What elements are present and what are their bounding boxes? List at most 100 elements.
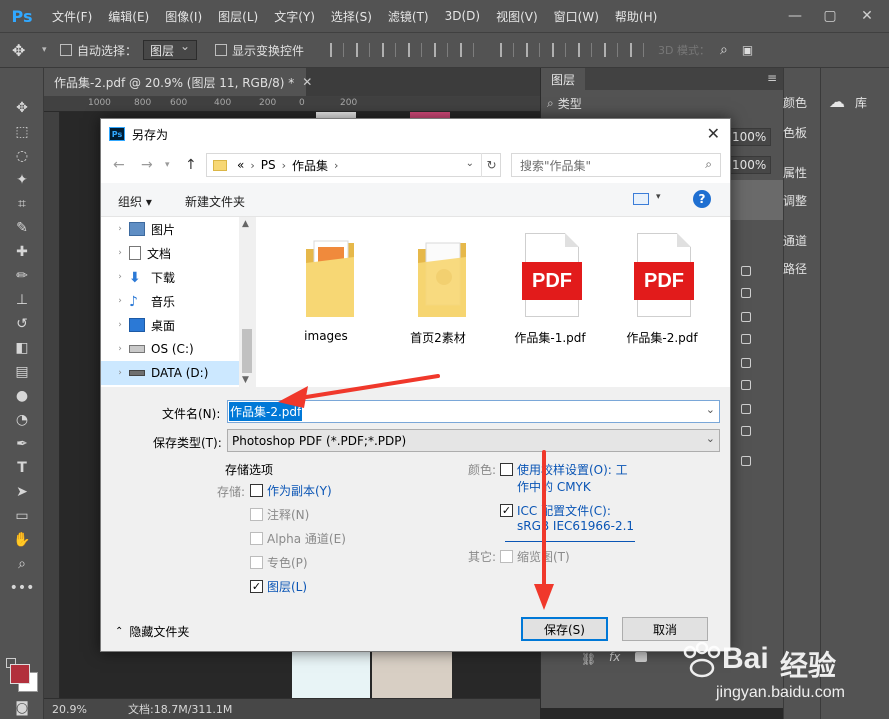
- shape-tool-icon[interactable]: ▭: [0, 504, 44, 528]
- search-icon[interactable]: ⌕: [720, 42, 728, 58]
- as-copy-checkbox[interactable]: [250, 484, 263, 497]
- align-hcenter-icon[interactable]: [434, 43, 449, 57]
- fx-icon[interactable]: fx: [609, 650, 620, 664]
- expand-chevron-icon[interactable]: ›: [111, 248, 129, 258]
- search-input[interactable]: 搜索"作品集" ⌕: [511, 153, 721, 177]
- path-select-icon[interactable]: ➤: [0, 480, 44, 504]
- marquee-tool-icon[interactable]: ⬚: [0, 120, 44, 144]
- quick-mask-icon[interactable]: ◙: [0, 696, 44, 719]
- menu-layer[interactable]: 图层(L): [210, 0, 266, 32]
- up-arrow-icon[interactable]: ↑: [185, 157, 197, 173]
- layer-kind-filter[interactable]: 类型: [558, 95, 582, 112]
- recent-locations-icon[interactable]: ▾: [165, 160, 170, 170]
- menu-3d[interactable]: 3D(D): [437, 0, 488, 32]
- menu-filter[interactable]: 滤镜(T): [380, 0, 437, 32]
- dropdown-arrow-icon[interactable]: ▾: [42, 45, 60, 55]
- menu-window[interactable]: 窗口(W): [546, 0, 607, 32]
- panel-swatches[interactable]: 色板: [783, 124, 807, 141]
- dialog-titlebar[interactable]: Ps 另存为 ✕: [101, 119, 730, 149]
- help-icon[interactable]: ?: [693, 190, 711, 208]
- brush-tool-icon[interactable]: ✏: [0, 264, 44, 288]
- menu-view[interactable]: 视图(V): [488, 0, 546, 32]
- nav-item-music[interactable]: › ♪ 音乐: [101, 289, 241, 313]
- panel-properties[interactable]: 属性: [783, 164, 807, 181]
- align-left-icon[interactable]: [408, 43, 423, 57]
- workspace-icon[interactable]: ▣: [742, 43, 753, 57]
- nav-item-pictures[interactable]: › 图片: [101, 217, 241, 241]
- align-bottom-icon[interactable]: [382, 43, 397, 57]
- breadcrumb-ps[interactable]: PS: [261, 158, 276, 172]
- cancel-button[interactable]: 取消: [622, 617, 708, 641]
- chevron-down-icon[interactable]: ⌄: [706, 403, 715, 416]
- clone-stamp-icon[interactable]: ⊥: [0, 288, 44, 312]
- expand-chevron-icon[interactable]: ›: [111, 224, 129, 234]
- proof-setup-checkbox[interactable]: [500, 463, 513, 476]
- distribute-top-icon[interactable]: [500, 43, 515, 57]
- nav-item-drive-c[interactable]: › OS (C:): [101, 337, 241, 361]
- expand-chevron-icon[interactable]: ›: [111, 320, 129, 330]
- panel-libraries[interactable]: 库: [855, 94, 867, 111]
- move-tool-icon[interactable]: ✥: [12, 41, 42, 60]
- maximize-icon[interactable]: ▢: [815, 0, 845, 32]
- magic-wand-icon[interactable]: ✦: [0, 168, 44, 192]
- breadcrumb-portfolio[interactable]: 作品集: [292, 157, 328, 174]
- layers-checkbox[interactable]: ✓: [250, 580, 263, 593]
- distribute-right-icon[interactable]: [630, 43, 645, 57]
- filetype-select[interactable]: Photoshop PDF (*.PDF;*.PDP) ⌄: [227, 429, 720, 452]
- menu-file[interactable]: 文件(F): [44, 0, 100, 32]
- zoom-level[interactable]: 20.9%: [52, 703, 122, 716]
- proof-setup-option[interactable]: 使用校样设置(O): 工: [500, 461, 628, 478]
- menu-help[interactable]: 帮助(H): [607, 0, 665, 32]
- move-tool-icon[interactable]: ✥: [0, 96, 44, 120]
- minimize-icon[interactable]: —: [780, 0, 810, 32]
- dodge-tool-icon[interactable]: ◔: [0, 408, 44, 432]
- chevron-down-icon[interactable]: ⌄: [706, 432, 715, 445]
- tab-close-icon[interactable]: ✕: [302, 75, 312, 89]
- eraser-tool-icon[interactable]: ◧: [0, 336, 44, 360]
- distribute-vcenter-icon[interactable]: [526, 43, 541, 57]
- view-dropdown-icon[interactable]: ▾: [656, 192, 661, 202]
- show-transform-checkbox[interactable]: [215, 44, 228, 56]
- address-dropdown-icon[interactable]: ⌄: [466, 158, 474, 169]
- new-folder-button[interactable]: 新建文件夹: [185, 193, 245, 210]
- close-icon[interactable]: ✕: [707, 124, 720, 143]
- align-right-icon[interactable]: [460, 43, 475, 57]
- menu-type[interactable]: 文字(Y): [266, 0, 323, 32]
- panel-paths[interactable]: 路径: [783, 260, 807, 277]
- blur-tool-icon[interactable]: ●: [0, 384, 44, 408]
- auto-select-dropdown[interactable]: 图层: [143, 39, 198, 60]
- align-top-icon[interactable]: [330, 43, 345, 57]
- menu-select[interactable]: 选择(S): [323, 0, 380, 32]
- hide-folders-toggle[interactable]: ⌃ 隐藏文件夹: [115, 623, 189, 640]
- panel-adjustments[interactable]: 调整: [783, 192, 807, 209]
- as-copy-option[interactable]: 作为副本(Y): [250, 482, 332, 499]
- crop-tool-icon[interactable]: ⌗: [0, 192, 44, 216]
- eyedropper-icon[interactable]: ✎: [0, 216, 44, 240]
- distribute-bottom-icon[interactable]: [552, 43, 567, 57]
- nav-item-downloads[interactable]: › ⬇ 下载: [101, 265, 241, 289]
- expand-chevron-icon[interactable]: ›: [111, 296, 129, 306]
- document-tab[interactable]: 作品集-2.pdf @ 20.9% (图层 11, RGB/8) * ✕: [44, 68, 312, 96]
- expand-chevron-icon[interactable]: ›: [111, 368, 129, 378]
- mask-icon[interactable]: [635, 652, 647, 662]
- close-icon[interactable]: ✕: [852, 0, 882, 32]
- layers-option[interactable]: ✓ 图层(L): [250, 578, 307, 595]
- view-options-icon[interactable]: [633, 193, 649, 205]
- zoom-tool-icon[interactable]: ⌕: [0, 552, 44, 576]
- scroll-up-icon[interactable]: ▲: [242, 219, 249, 229]
- fill-field[interactable]: 100%: [727, 156, 772, 174]
- auto-select-checkbox[interactable]: [60, 44, 72, 56]
- back-arrow-icon[interactable]: ←: [113, 157, 125, 173]
- foreground-color-swatch[interactable]: [10, 664, 30, 684]
- hand-tool-icon[interactable]: ✋: [0, 528, 44, 552]
- icc-profile-option[interactable]: ✓ ICC 配置文件(C):: [500, 502, 611, 519]
- nav-item-documents[interactable]: › 文档: [101, 241, 241, 265]
- nav-item-desktop[interactable]: › 桌面: [101, 313, 241, 337]
- refresh-icon[interactable]: ↻: [481, 153, 501, 177]
- filename-input[interactable]: 作品集-2.pdf ⌄: [227, 400, 720, 423]
- save-button[interactable]: 保存(S): [521, 617, 608, 641]
- menu-edit[interactable]: 编辑(E): [100, 0, 157, 32]
- align-vcenter-icon[interactable]: [356, 43, 371, 57]
- expand-chevron-icon[interactable]: ›: [111, 272, 129, 282]
- nav-scroll-thumb[interactable]: [242, 329, 252, 373]
